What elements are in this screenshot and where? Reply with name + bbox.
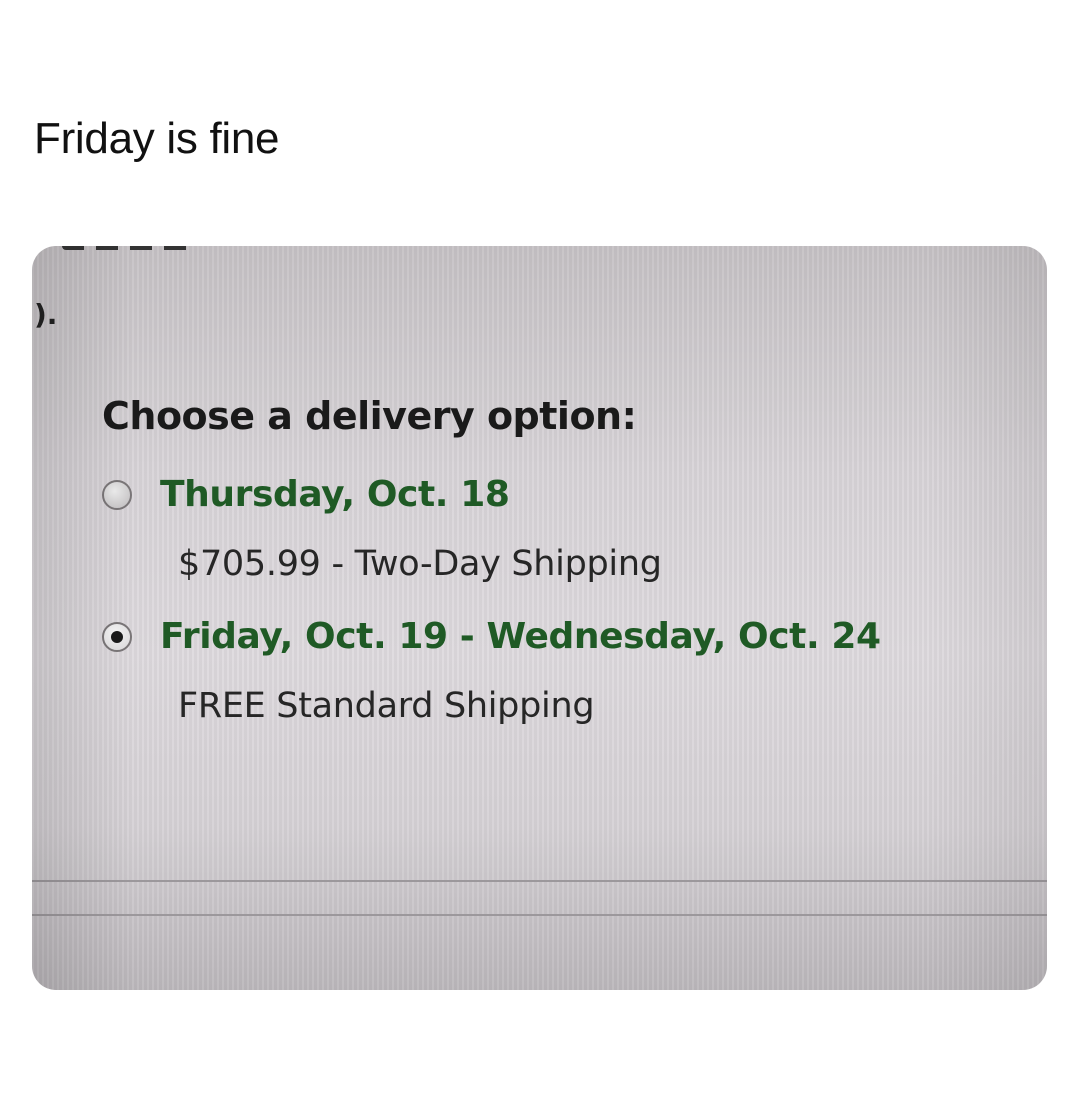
delivery-option-date: Friday, Oct. 19 - Wednesday, Oct. 24 [160, 616, 881, 657]
divider-line [32, 880, 1047, 882]
screen-photo: ). Choose a delivery option: Thursday, O… [32, 246, 1047, 990]
cropped-text-fragment [62, 246, 194, 250]
divider-line [32, 914, 1047, 916]
cropped-step-number: ). [34, 298, 58, 331]
radio-selected-dot [111, 630, 123, 643]
delivery-option-thursday[interactable]: Thursday, Oct. 18 [102, 474, 510, 515]
post-caption: Friday is fine [34, 114, 280, 163]
delivery-option-description: FREE Standard Shipping [178, 686, 595, 726]
radio-button-selected[interactable] [102, 621, 132, 652]
delivery-option-friday[interactable]: Friday, Oct. 19 - Wednesday, Oct. 24 [102, 616, 881, 657]
radio-button-unselected[interactable] [102, 479, 132, 510]
delivery-option-description: $705.99 - Two-Day Shipping [178, 544, 662, 584]
delivery-option-heading: Choose a delivery option: [102, 394, 637, 438]
delivery-option-date: Thursday, Oct. 18 [160, 474, 510, 515]
